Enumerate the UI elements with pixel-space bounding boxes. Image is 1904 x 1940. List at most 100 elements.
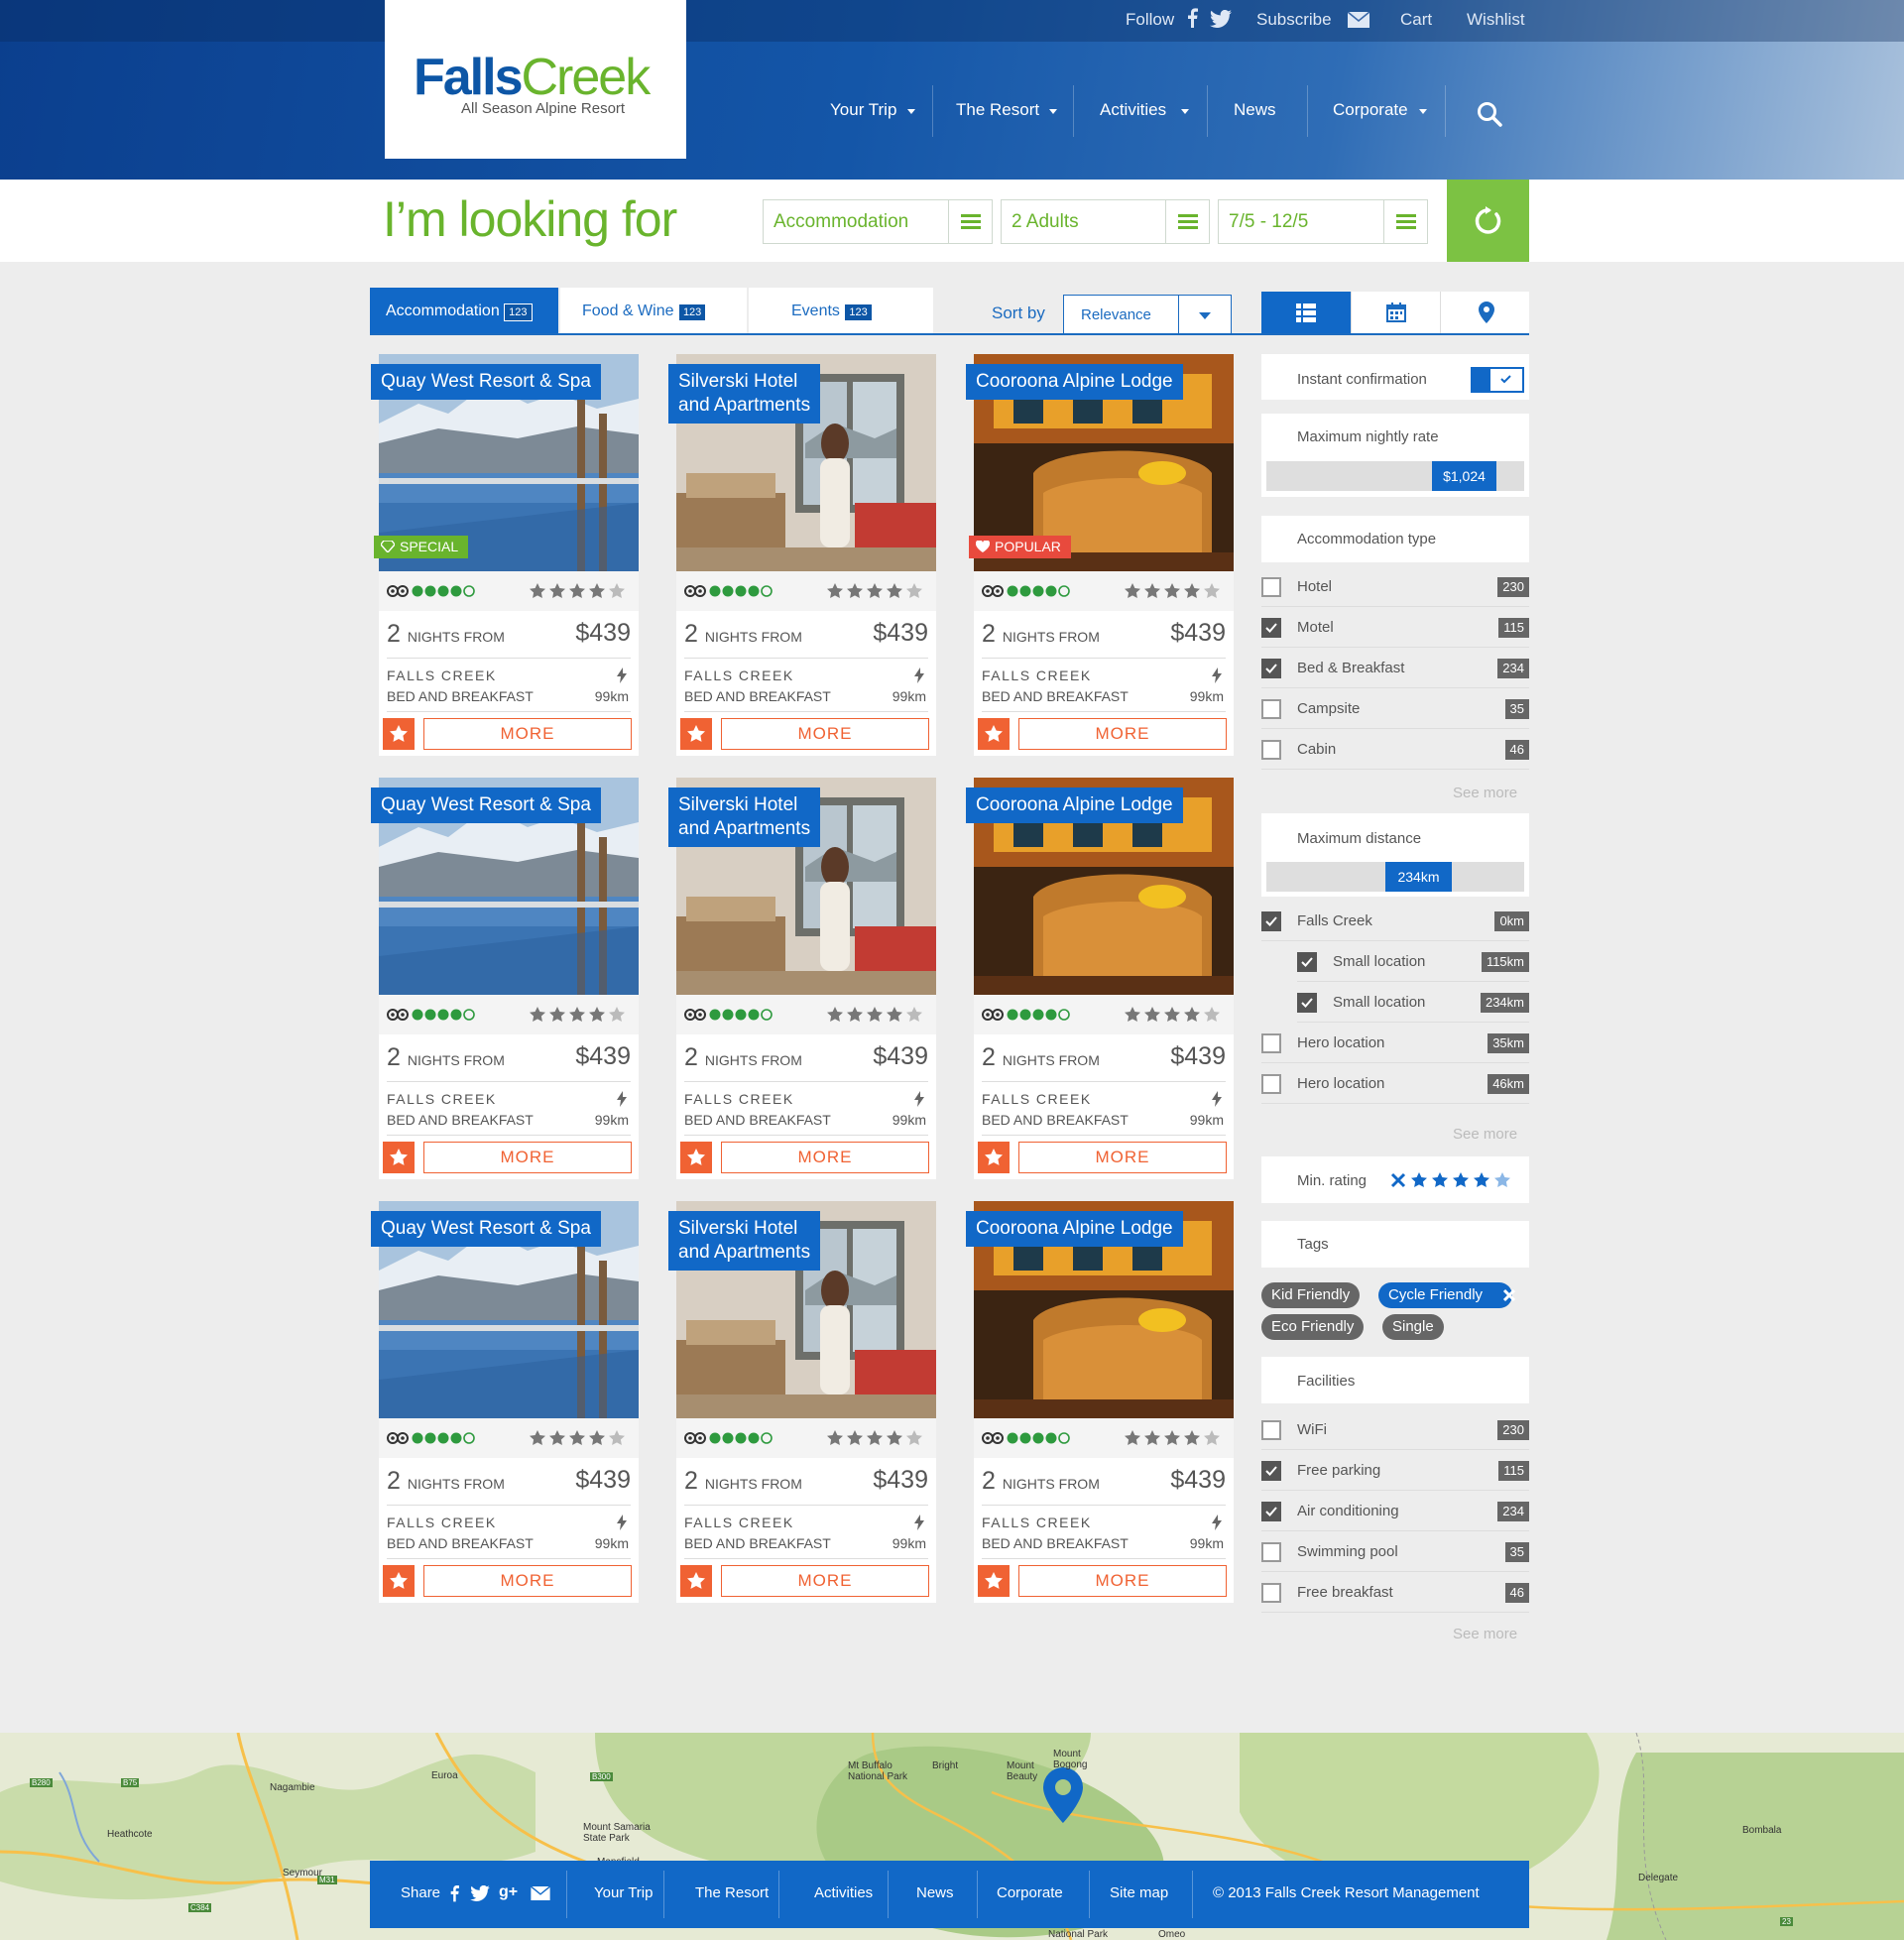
favourite-button[interactable] (680, 1565, 712, 1597)
favourite-button[interactable] (978, 718, 1010, 750)
checkbox[interactable] (1297, 952, 1317, 972)
favourite-button[interactable] (680, 718, 712, 750)
card-title[interactable]: Cooroona Alpine Lodge (966, 364, 1183, 400)
card-title[interactable]: Silverski Hotel and Apartments (668, 1211, 821, 1271)
checkbox[interactable] (1261, 1033, 1281, 1053)
more-button[interactable]: MORE (423, 718, 632, 750)
max-rate-slider[interactable]: $1,024 (1266, 461, 1524, 491)
see-more-link[interactable]: See more (1453, 1626, 1517, 1642)
tag-cycle-friendly[interactable]: Cycle Friendly (1378, 1282, 1513, 1308)
tab-food-wine[interactable]: Food & Wine 123 (560, 288, 747, 333)
checkbox[interactable] (1261, 1074, 1281, 1094)
nav-activities[interactable]: Activities (1100, 100, 1166, 120)
cart-link[interactable]: Cart (1400, 10, 1432, 30)
checkbox[interactable] (1261, 1583, 1281, 1603)
checkbox[interactable] (1261, 1502, 1281, 1521)
result-card[interactable]: Silverski Hotel and Apartments 2 NIGHTS F… (668, 778, 936, 1179)
twitter-icon[interactable] (470, 1885, 490, 1901)
nav-news[interactable]: News (1234, 100, 1276, 120)
result-card[interactable]: Quay West Resort & Spa 2 NIGHTS FROM $439 F… (371, 1201, 639, 1603)
checkbox[interactable] (1297, 993, 1317, 1013)
max-rate-handle[interactable]: $1,024 (1432, 461, 1496, 491)
more-button[interactable]: MORE (423, 1142, 632, 1173)
facebook-icon[interactable] (449, 1884, 459, 1902)
list-view-button[interactable] (1261, 292, 1351, 334)
facebook-icon[interactable] (1186, 8, 1198, 28)
mail-icon[interactable] (1348, 12, 1369, 28)
result-card[interactable]: Silverski Hotel and Apartments 2 NIGHTS F… (668, 354, 936, 756)
result-card[interactable]: Cooroona Alpine Lodge 2 NIGHTS FROM $439 FA… (966, 778, 1234, 1179)
result-card[interactable]: Quay West Resort & Spa SPECIAL 2 NIGHTS FR… (371, 354, 639, 756)
result-card[interactable]: Silverski Hotel and Apartments 2 NIGHTS F… (668, 1201, 936, 1603)
checkbox[interactable] (1261, 1420, 1281, 1440)
map-view-button[interactable] (1440, 292, 1529, 334)
card-title[interactable]: Silverski Hotel and Apartments (668, 364, 821, 424)
mail-icon[interactable] (531, 1886, 550, 1900)
checkbox[interactable] (1261, 740, 1281, 760)
search-icon[interactable] (1477, 101, 1502, 127)
more-button[interactable]: MORE (1018, 1142, 1227, 1173)
footer-link-activities[interactable]: Activities (814, 1884, 873, 1901)
tab-accommodation[interactable]: Accommodation 123 (370, 288, 558, 333)
nav-corporate[interactable]: Corporate (1333, 100, 1408, 120)
subscribe-link[interactable]: Subscribe (1256, 10, 1332, 30)
card-title[interactable]: Quay West Resort & Spa (371, 1211, 601, 1247)
result-card[interactable]: Cooroona Alpine Lodge POPULAR 2 NIGHTS FRO… (966, 354, 1234, 756)
map-pin-icon[interactable] (1043, 1767, 1083, 1823)
checkbox[interactable] (1261, 1461, 1281, 1481)
more-button[interactable]: MORE (721, 1565, 929, 1597)
more-button[interactable]: MORE (423, 1565, 632, 1597)
nav-your-trip[interactable]: Your Trip (830, 100, 896, 120)
footer-link-corporate[interactable]: Corporate (997, 1884, 1063, 1901)
tab-events[interactable]: Events 123 (749, 288, 933, 333)
calendar-view-button[interactable] (1351, 292, 1440, 334)
checkbox[interactable] (1261, 699, 1281, 719)
logo[interactable]: FallsCreek All Season Alpine Resort (385, 0, 686, 159)
close-icon[interactable] (1502, 1288, 1516, 1302)
favourite-button[interactable] (978, 1142, 1010, 1173)
footer-link-site-map[interactable]: Site map (1110, 1884, 1168, 1901)
checkbox[interactable] (1261, 577, 1281, 597)
max-distance-slider[interactable]: 234km (1266, 862, 1524, 892)
card-title[interactable]: Quay West Resort & Spa (371, 364, 601, 400)
footer-link-news[interactable]: News (916, 1884, 954, 1901)
category-select[interactable]: Accommodation (763, 199, 993, 244)
checkbox[interactable] (1261, 1542, 1281, 1562)
favourite-button[interactable] (383, 1565, 415, 1597)
more-button[interactable]: MORE (1018, 718, 1227, 750)
favourite-button[interactable] (383, 1142, 415, 1173)
favourite-button[interactable] (978, 1565, 1010, 1597)
card-title[interactable]: Cooroona Alpine Lodge (966, 788, 1183, 823)
tag-eco-friendly[interactable]: Eco Friendly (1261, 1314, 1365, 1340)
refresh-button[interactable] (1447, 180, 1529, 262)
result-card[interactable]: Cooroona Alpine Lodge 2 NIGHTS FROM $439 FA… (966, 1201, 1234, 1603)
card-title[interactable]: Quay West Resort & Spa (371, 788, 601, 823)
more-button[interactable]: MORE (721, 718, 929, 750)
dates-select[interactable]: 7/5 - 12/5 (1218, 199, 1428, 244)
more-button[interactable]: MORE (1018, 1565, 1227, 1597)
twitter-icon[interactable] (1210, 10, 1232, 28)
google-plus-icon[interactable]: g+ (499, 1883, 518, 1901)
result-card[interactable]: Quay West Resort & Spa 2 NIGHTS FROM $439 F… (371, 778, 639, 1179)
checkbox[interactable] (1261, 618, 1281, 638)
card-title[interactable]: Silverski Hotel and Apartments (668, 788, 821, 847)
nav-the-resort[interactable]: The Resort (956, 100, 1039, 120)
favourite-button[interactable] (383, 718, 415, 750)
card-title[interactable]: Cooroona Alpine Lodge (966, 1211, 1183, 1247)
favourite-button[interactable] (680, 1142, 712, 1173)
checkbox[interactable] (1261, 659, 1281, 678)
footer-link-your-trip[interactable]: Your Trip (594, 1884, 653, 1901)
tag-kid-friendly[interactable]: Kid Friendly (1261, 1282, 1361, 1308)
min-rating-stars[interactable] (1390, 1170, 1514, 1190)
see-more-link[interactable]: See more (1453, 785, 1517, 801)
see-more-link[interactable]: See more (1453, 1126, 1517, 1143)
tag-single[interactable]: Single (1382, 1314, 1444, 1340)
checkbox[interactable] (1261, 911, 1281, 931)
footer-link-the-resort[interactable]: The Resort (695, 1884, 769, 1901)
more-button[interactable]: MORE (721, 1142, 929, 1173)
instant-confirmation-toggle[interactable] (1471, 367, 1524, 393)
guests-select[interactable]: 2 Adults (1001, 199, 1210, 244)
sort-select[interactable]: Relevance (1063, 295, 1232, 334)
max-distance-handle[interactable]: 234km (1385, 862, 1452, 892)
wishlist-link[interactable]: Wishlist (1467, 10, 1525, 30)
